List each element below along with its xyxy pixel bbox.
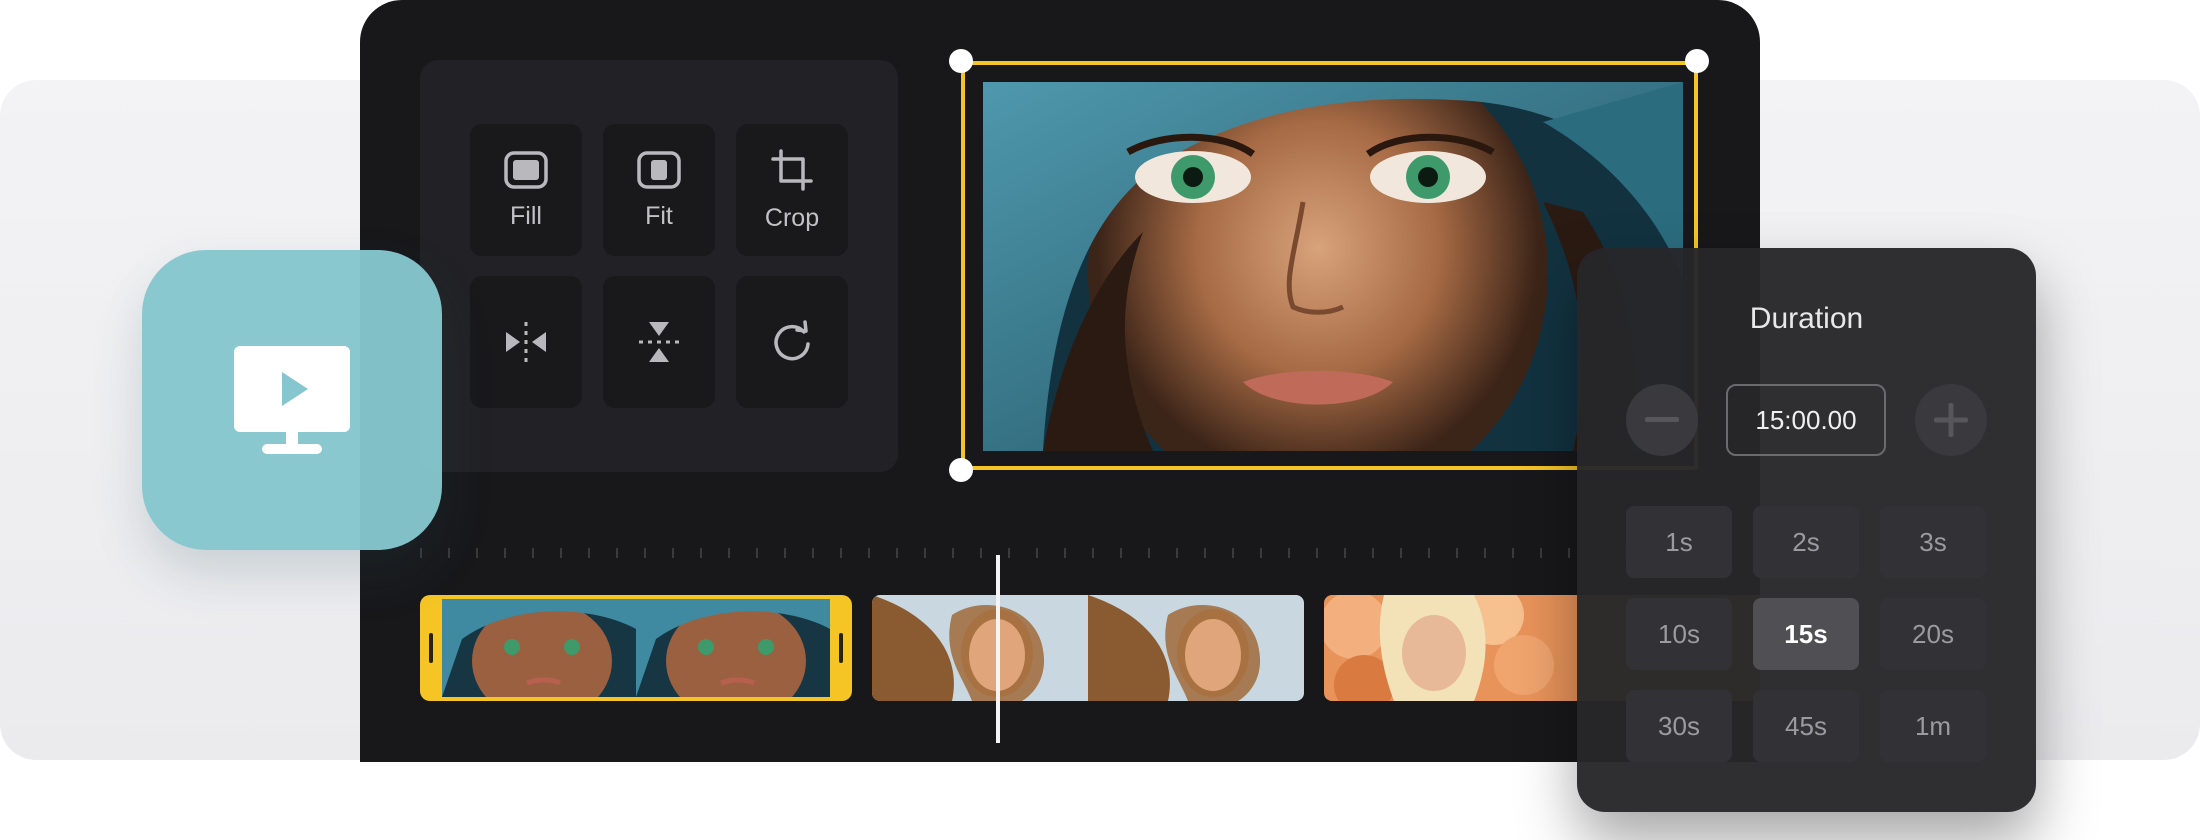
ruler-tick bbox=[896, 548, 898, 558]
fill-label: Fill bbox=[510, 201, 542, 230]
ruler-tick bbox=[980, 548, 982, 558]
transform-tools-panel: Fill Fit Crop bbox=[420, 60, 898, 472]
ruler-tick bbox=[504, 548, 506, 558]
ruler-tick bbox=[1372, 548, 1374, 558]
ruler-tick bbox=[1288, 548, 1290, 558]
ruler-tick bbox=[1400, 548, 1402, 558]
fill-frame-icon bbox=[504, 150, 548, 189]
increase-button[interactable] bbox=[1915, 384, 1987, 456]
preset-1s[interactable]: 1s bbox=[1626, 506, 1732, 578]
ruler-tick bbox=[1260, 548, 1262, 558]
preset-3s[interactable]: 3s bbox=[1880, 506, 1986, 578]
ruler-tick bbox=[1092, 548, 1094, 558]
ruler-tick bbox=[924, 548, 926, 558]
ruler-tick bbox=[1204, 548, 1206, 558]
preset-15s[interactable]: 15s bbox=[1753, 598, 1859, 670]
preset-1m[interactable]: 1m bbox=[1880, 690, 1986, 762]
preset-20s[interactable]: 20s bbox=[1880, 598, 1986, 670]
clip-thumbnails bbox=[442, 599, 830, 697]
ruler-tick bbox=[1316, 548, 1318, 558]
flip-vertical-button[interactable] bbox=[603, 276, 715, 408]
ruler-tick bbox=[1344, 548, 1346, 558]
ruler-tick bbox=[1456, 548, 1458, 558]
rotate-button[interactable] bbox=[736, 276, 848, 408]
ruler-tick bbox=[1512, 548, 1514, 558]
crop-icon bbox=[771, 148, 813, 191]
ruler-tick bbox=[1232, 548, 1234, 558]
crop-label: Crop bbox=[764, 203, 820, 232]
ruler-tick bbox=[784, 548, 786, 558]
ruler-tick bbox=[1036, 548, 1038, 558]
ruler-tick bbox=[616, 548, 618, 558]
resize-handle-bottom-left[interactable] bbox=[949, 458, 973, 482]
ruler-tick bbox=[1540, 548, 1542, 558]
app-icon bbox=[142, 250, 442, 550]
plus-icon bbox=[1934, 403, 1968, 437]
fill-button[interactable]: Fill bbox=[470, 124, 582, 256]
ruler-tick bbox=[448, 548, 450, 558]
ruler-tick bbox=[868, 548, 870, 558]
decrease-button[interactable] bbox=[1626, 384, 1698, 456]
ruler-tick bbox=[420, 548, 422, 558]
timeline-ruler bbox=[420, 548, 1760, 564]
crop-button[interactable]: Crop bbox=[736, 124, 848, 256]
flip-vertical-icon bbox=[639, 322, 679, 362]
ruler-tick bbox=[700, 548, 702, 558]
ruler-tick bbox=[1120, 548, 1122, 558]
duration-panel: Duration 15:00.00 1s 2s 3s 10s 15s 20s 3… bbox=[1577, 248, 2036, 812]
duration-input[interactable]: 15:00.00 bbox=[1726, 384, 1886, 456]
ruler-tick bbox=[1484, 548, 1486, 558]
ruler-tick bbox=[1064, 548, 1066, 558]
flip-horizontal-icon bbox=[506, 322, 546, 362]
ruler-tick bbox=[952, 548, 954, 558]
timeline-playhead[interactable] bbox=[996, 555, 1000, 743]
ruler-tick bbox=[560, 548, 562, 558]
minus-icon bbox=[1645, 417, 1679, 422]
duration-title: Duration bbox=[1749, 302, 1864, 335]
ruler-tick bbox=[1008, 548, 1010, 558]
timeline-clip-selected[interactable] bbox=[420, 595, 852, 701]
video-editor-window: Fill Fit Crop bbox=[360, 0, 1760, 762]
preset-30s[interactable]: 30s bbox=[1626, 690, 1732, 762]
resize-handle-top-right[interactable] bbox=[1685, 49, 1709, 73]
fit-button[interactable]: Fit bbox=[603, 124, 715, 256]
ruler-tick bbox=[812, 548, 814, 558]
preset-45s[interactable]: 45s bbox=[1753, 690, 1859, 762]
ruler-tick bbox=[840, 548, 842, 558]
clip-trim-handle-left[interactable] bbox=[429, 633, 433, 663]
rotate-clockwise-icon bbox=[774, 320, 810, 361]
monitor-play-icon bbox=[234, 346, 350, 454]
flip-horizontal-button[interactable] bbox=[470, 276, 582, 408]
fit-label: Fit bbox=[645, 201, 673, 230]
preset-2s[interactable]: 2s bbox=[1753, 506, 1859, 578]
ruler-tick bbox=[476, 548, 478, 558]
ruler-tick bbox=[1568, 548, 1570, 558]
ruler-tick bbox=[672, 548, 674, 558]
clip-trim-handle-right[interactable] bbox=[839, 633, 843, 663]
ruler-tick bbox=[1148, 548, 1150, 558]
ruler-tick bbox=[588, 548, 590, 558]
ruler-tick bbox=[756, 548, 758, 558]
ruler-tick bbox=[1428, 548, 1430, 558]
fit-frame-icon bbox=[637, 150, 681, 189]
preset-10s[interactable]: 10s bbox=[1626, 598, 1732, 670]
ruler-tick bbox=[728, 548, 730, 558]
timeline-clip[interactable] bbox=[872, 595, 1304, 701]
ruler-tick bbox=[644, 548, 646, 558]
ruler-tick bbox=[1176, 548, 1178, 558]
resize-handle-top-left[interactable] bbox=[949, 49, 973, 73]
ruler-tick bbox=[532, 548, 534, 558]
